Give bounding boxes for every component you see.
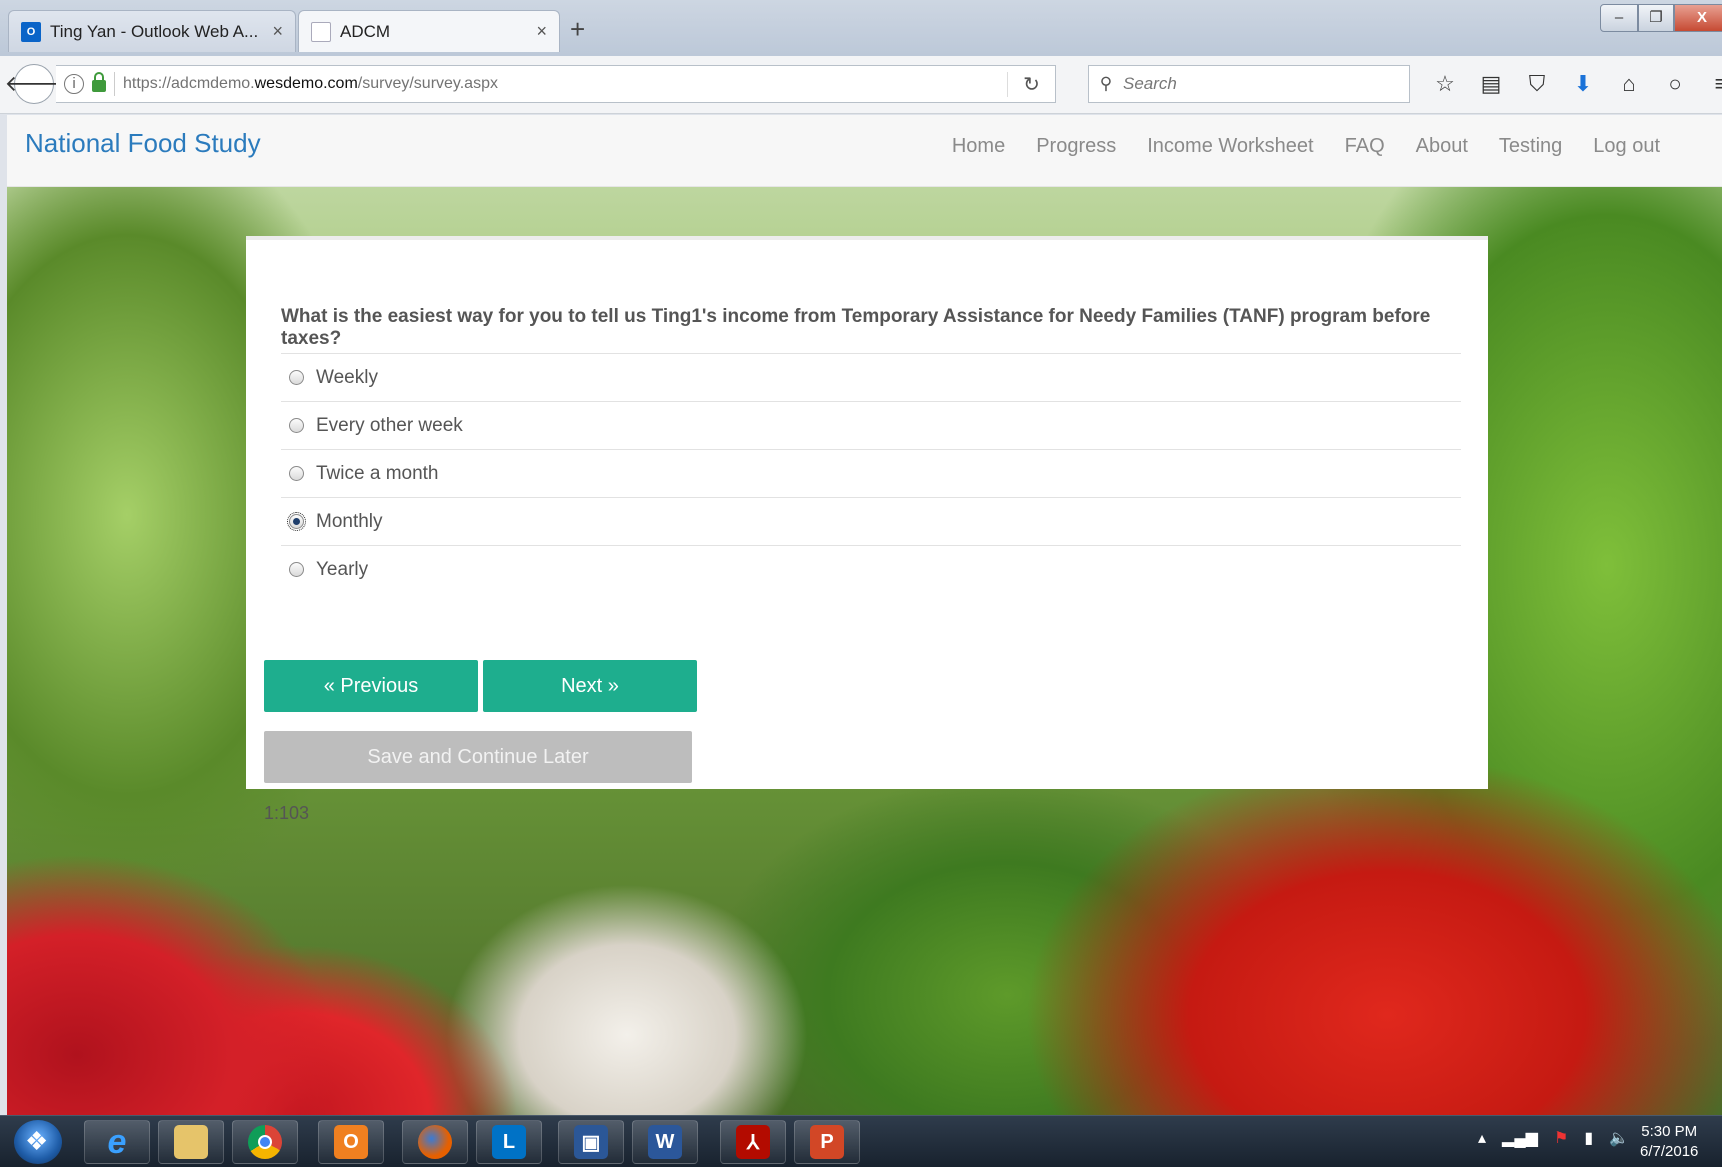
option-label: Yearly	[316, 558, 369, 580]
system-tray: ▴ ▂▄▆ ⚑ ▮ 🔈	[1478, 1128, 1645, 1148]
back-button[interactable]: 🡐	[5, 64, 64, 104]
window-controls: – ❐ X	[1600, 4, 1722, 32]
url-prefix: https://adcmdemo.	[123, 75, 255, 92]
volume-icon[interactable]: 🔈	[1609, 1128, 1629, 1148]
divider	[114, 72, 115, 96]
outlook-icon[interactable]: O	[318, 1120, 384, 1164]
firefox-icon[interactable]	[402, 1120, 468, 1164]
chat-icon[interactable]: ○	[1652, 68, 1698, 100]
flag-icon[interactable]: ⚑	[1554, 1128, 1568, 1148]
question-code: 1:103	[264, 803, 310, 823]
bookmark-star-icon[interactable]: ☆	[1422, 68, 1468, 100]
page-icon	[311, 21, 331, 42]
option-label: Every other week	[316, 414, 463, 436]
maximize-button[interactable]: ❐	[1638, 4, 1674, 32]
signal-icon[interactable]: ▂▄▆	[1502, 1128, 1538, 1148]
back-arrow-icon: 🡐	[4, 71, 64, 96]
option-label: Monthly	[316, 510, 383, 532]
navigation-toolbar: 🡐 i https://adcmdemo.wesdemo.com/survey/…	[0, 56, 1722, 114]
previous-button[interactable]: « Previous	[264, 660, 478, 712]
main-menu: Home Progress Income Worksheet FAQ About…	[921, 135, 1660, 158]
radio-button[interactable]	[289, 562, 304, 577]
close-tab-icon[interactable]: ×	[536, 21, 547, 42]
info-icon[interactable]: i	[64, 74, 84, 94]
close-tab-icon[interactable]: ×	[272, 21, 283, 42]
tab-outlook[interactable]: O Ting Yan - Outlook Web A... ×	[8, 10, 296, 52]
windows-taskbar: e O L ▣ W ⅄ P ▴ ▂▄▆ ⚑ ▮ 🔈 5:30 PM 6/7/20…	[0, 1115, 1722, 1167]
minimize-button[interactable]: –	[1600, 4, 1638, 32]
radio-button[interactable]	[289, 418, 304, 433]
url-domain: wesdemo.com	[254, 75, 358, 92]
search-icon: ⚲	[1099, 74, 1113, 93]
pocket-icon[interactable]: ⛉	[1514, 68, 1560, 100]
option-label: Weekly	[316, 366, 378, 388]
radio-button-selected[interactable]	[287, 512, 306, 531]
site-brand[interactable]: National Food Study	[25, 128, 261, 159]
outlook-icon: O	[21, 21, 41, 42]
internet-explorer-icon[interactable]: e	[84, 1120, 150, 1164]
file-explorer-icon[interactable]	[158, 1120, 224, 1164]
page-viewport: National Food Study Home Progress Income…	[7, 115, 1722, 1115]
clock-time: 5:30 PM	[1641, 1123, 1698, 1140]
search-placeholder: Search	[1123, 74, 1177, 93]
menu-testing[interactable]: Testing	[1499, 135, 1562, 158]
address-bar[interactable]: i https://adcmdemo.wesdemo.com/survey/su…	[56, 65, 1056, 103]
survey-card: What is the easiest way for you to tell …	[246, 236, 1488, 823]
option-yearly[interactable]: Yearly	[281, 545, 1461, 593]
option-label: Twice a month	[316, 462, 439, 484]
browser-window: O Ting Yan - Outlook Web A... × ADCM × +…	[0, 0, 1722, 1115]
reading-list-icon[interactable]: ▤	[1468, 68, 1514, 100]
option-every-other-week[interactable]: Every other week	[281, 401, 1461, 449]
tray-expand-icon[interactable]: ▴	[1478, 1128, 1486, 1148]
answer-options: Weekly Every other week Twice a month Mo…	[281, 353, 1461, 593]
word-icon[interactable]: W	[632, 1120, 698, 1164]
url-text[interactable]: https://adcmdemo.wesdemo.com/survey/surv…	[123, 75, 1007, 93]
tab-title: Ting Yan - Outlook Web A...	[50, 21, 259, 41]
powerpoint-icon[interactable]: P	[794, 1120, 860, 1164]
home-icon[interactable]: ⌂	[1606, 68, 1652, 100]
menu-about[interactable]: About	[1416, 135, 1468, 158]
tab-strip: O Ting Yan - Outlook Web A... × ADCM × +…	[0, 0, 1722, 56]
chrome-icon[interactable]	[232, 1120, 298, 1164]
power-icon[interactable]: ▮	[1584, 1128, 1593, 1148]
tab-adcm[interactable]: ADCM ×	[298, 10, 560, 52]
save-continue-later-button[interactable]: Save and Continue Later	[264, 731, 692, 783]
acrobat-icon[interactable]: ⅄	[720, 1120, 786, 1164]
tab-title: ADCM	[340, 21, 391, 41]
site-header: National Food Study Home Progress Income…	[7, 115, 1722, 187]
url-path: /survey/survey.aspx	[357, 75, 498, 92]
remote-desktop-icon[interactable]: ▣	[558, 1120, 624, 1164]
option-monthly[interactable]: Monthly	[281, 497, 1461, 545]
close-window-button[interactable]: X	[1674, 4, 1722, 32]
reload-icon[interactable]: ↻	[1007, 71, 1055, 97]
menu-faq[interactable]: FAQ	[1345, 135, 1385, 158]
system-clock[interactable]: 5:30 PM 6/7/2016	[1640, 1122, 1698, 1162]
menu-income-worksheet[interactable]: Income Worksheet	[1147, 135, 1313, 158]
menu-log-out[interactable]: Log out	[1593, 135, 1660, 158]
download-icon[interactable]: ⬇	[1560, 68, 1606, 100]
menu-progress[interactable]: Progress	[1036, 135, 1116, 158]
lync-icon[interactable]: L	[476, 1120, 542, 1164]
clock-date: 6/7/2016	[1640, 1143, 1699, 1160]
lock-icon	[92, 72, 106, 92]
survey-question: What is the easiest way for you to tell …	[281, 306, 1431, 349]
next-button[interactable]: Next »	[483, 660, 697, 712]
toolbar-icons: ☆ ▤ ⛉ ⬇ ⌂ ○ ≡	[1422, 68, 1722, 100]
option-twice-a-month[interactable]: Twice a month	[281, 449, 1461, 497]
new-tab-button[interactable]: +	[570, 14, 585, 45]
radio-button[interactable]	[289, 466, 304, 481]
menu-icon[interactable]: ≡	[1698, 68, 1722, 100]
search-input[interactable]: ⚲ Search	[1088, 65, 1410, 103]
radio-button[interactable]	[289, 370, 304, 385]
menu-home[interactable]: Home	[952, 135, 1005, 158]
option-weekly[interactable]: Weekly	[281, 353, 1461, 401]
start-button[interactable]	[14, 1120, 62, 1164]
